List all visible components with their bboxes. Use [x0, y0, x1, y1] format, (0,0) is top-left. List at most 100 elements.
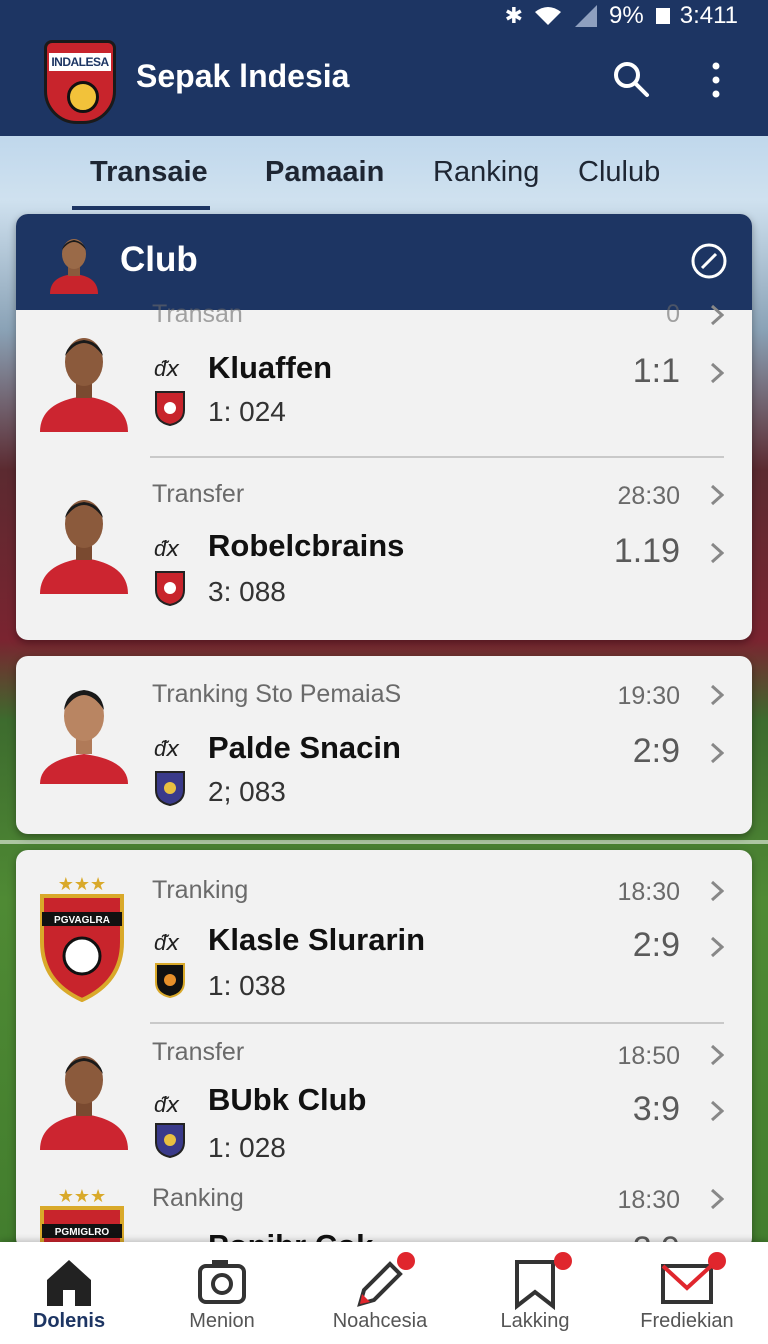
substitute-icon: ᵭx [154, 537, 180, 562]
tab-ranking[interactable]: Ranking [433, 156, 539, 189]
tab-pamaain[interactable]: Pamaain [265, 156, 384, 189]
app-title: Sepak lndesia [136, 58, 350, 94]
chevron-right-icon [710, 1188, 724, 1210]
player-name: Kluaffen [208, 350, 332, 385]
nav-frediekian[interactable]: Frediekian [612, 1242, 762, 1344]
bottom-navigation: Dolenis Menion Noahcesia Lakking Frediek… [0, 1242, 768, 1344]
badge-text: PGMIGLRO [55, 1227, 110, 1238]
list-item[interactable]: Transfer 28:30 ᵭx Robelcbrains 1.19 3: 0… [16, 470, 752, 640]
nav-lakking[interactable]: Lakking [460, 1242, 610, 1344]
match-score: 2:9 [632, 732, 680, 770]
nav-label: Noahcesia [332, 1310, 428, 1332]
ranking-card: ★★★ PGVAGLRA Tranking 18:30 ᵭx Klasle Sl… [16, 850, 752, 1250]
nav-label: Menion [189, 1310, 255, 1332]
list-item[interactable]: Tranking Sto PemaiaS 19:30 ᵭx Palde Snac… [16, 662, 752, 832]
row-time: 18:50 [617, 1042, 680, 1070]
chevron-right-icon [710, 742, 724, 764]
chevron-right-icon [710, 936, 724, 958]
row-detail: 1: 028 [208, 1132, 286, 1163]
status-bar: ✱ 9% 3:411 [505, 2, 738, 30]
nav-label: Frediekian [640, 1310, 734, 1332]
row-time: 28:30 [617, 482, 680, 510]
substitute-icon: ᵭx [154, 357, 180, 382]
substitute-icon: ᵭx [154, 931, 180, 956]
svg-text:★★★: ★★★ [58, 1186, 106, 1206]
row-time: 18:30 [617, 878, 680, 906]
battery-percent: 9% [609, 2, 644, 29]
row-detail: 1: 038 [208, 970, 286, 1001]
ball-icon [67, 81, 99, 113]
list-item[interactable]: Transfer 18:50 ᵭx BUbk Club 3:9 1: 028 [16, 1026, 752, 1196]
match-score: 3:9 [632, 1090, 680, 1128]
list-item[interactable]: ★★★ PGVAGLRA Tranking 18:30 ᵭx Klasle Sl… [16, 856, 752, 1026]
chevron-right-icon [710, 542, 724, 564]
player-avatar [40, 500, 128, 594]
list-item[interactable]: Transan 0 ᵭx Kluaffen 1:1 1: 024 [16, 296, 752, 466]
chevron-right-icon [710, 484, 724, 506]
svg-text:ᵭx: ᵭx [154, 357, 180, 382]
substitute-icon: ᵭx [154, 737, 180, 762]
tab-bar: Transaie Pamaain Ranking Clulub [0, 136, 768, 214]
tab-transaie[interactable]: Transaie [90, 156, 208, 189]
nav-dolenis[interactable]: Dolenis [0, 1242, 144, 1344]
row-detail: 2; 083 [208, 776, 286, 807]
player-name: Klasle Slurarin [208, 922, 426, 957]
nav-label: Dolenis [32, 1310, 106, 1332]
svg-text:ᵭx: ᵭx [154, 1093, 180, 1118]
player-card: Tranking Sto PemaiaS 19:30 ᵭx Palde Snac… [16, 656, 752, 834]
clock: 3:411 [679, 2, 738, 29]
search-icon[interactable] [612, 60, 650, 98]
row-detail: 3: 088 [208, 576, 286, 607]
chevron-right-icon [710, 1100, 724, 1122]
club-card: Club Transan 0 ᵭx Kluaffen 1:1 1: 024 Tr… [16, 214, 752, 640]
row-label: Tranking Sto PemaiaS [152, 680, 402, 708]
chevron-right-icon [710, 362, 724, 384]
svg-text:ᵭx: ᵭx [154, 737, 180, 762]
club-badge: ★★★ PGMIGLRO [40, 1186, 124, 1250]
substitute-icon: ᵭx [154, 1093, 180, 1118]
list-item[interactable]: ★★★ PGMIGLRO Ranking 18:30 Ponihr Cok 2:… [16, 1180, 752, 1250]
active-tab-indicator [72, 206, 210, 210]
match-score: 1.19 [613, 532, 680, 570]
club-crest-icon [155, 571, 185, 606]
player-name: Robelcbrains [208, 528, 405, 563]
row-label: Transan [152, 300, 243, 328]
notification-badge [708, 1252, 726, 1270]
badge-text: PGVAGLRA [54, 915, 110, 926]
svg-text:ᵭx: ᵭx [154, 931, 180, 956]
row-label: Ranking [152, 1184, 244, 1212]
svg-text:★★★: ★★★ [58, 874, 106, 894]
divider [150, 1022, 724, 1024]
match-score: 2:9 [632, 926, 680, 964]
home-icon [47, 1260, 91, 1306]
row-detail: 1: 024 [208, 396, 286, 427]
club-crest-icon [155, 771, 185, 806]
nav-menion[interactable]: Menion [147, 1242, 297, 1344]
notification-badge [397, 1252, 415, 1270]
row-label: Transfer [152, 1038, 245, 1066]
battery-icon [655, 8, 670, 24]
row-time: 0 [666, 300, 680, 328]
nav-noahcesia[interactable]: Noahcesia [305, 1242, 455, 1344]
chevron-right-icon [710, 1044, 724, 1066]
divider [150, 456, 724, 458]
camera-icon [198, 1260, 246, 1304]
club-crest-icon [155, 1123, 185, 1158]
more-menu-icon[interactable] [706, 60, 726, 100]
player-name: BUbk Club [208, 1082, 367, 1117]
row-label: Transfer [152, 480, 245, 508]
app-logo: INDALESA [44, 40, 116, 124]
match-score: 1:1 [632, 352, 680, 390]
chevron-right-icon [710, 880, 724, 902]
player-avatar [40, 1056, 128, 1150]
svg-text:ᵭx: ᵭx [154, 537, 180, 562]
club-crest-icon [155, 963, 185, 998]
club-badge: ★★★ PGVAGLRA [40, 874, 124, 1002]
tab-clulub[interactable]: Clulub [578, 156, 660, 189]
chevron-right-icon [710, 684, 724, 706]
player-avatar [40, 690, 128, 784]
wifi-icon [535, 7, 562, 25]
player-name: Palde Snacin [208, 730, 401, 765]
edit-icon[interactable] [690, 242, 728, 280]
nav-label: Lakking [500, 1310, 570, 1332]
